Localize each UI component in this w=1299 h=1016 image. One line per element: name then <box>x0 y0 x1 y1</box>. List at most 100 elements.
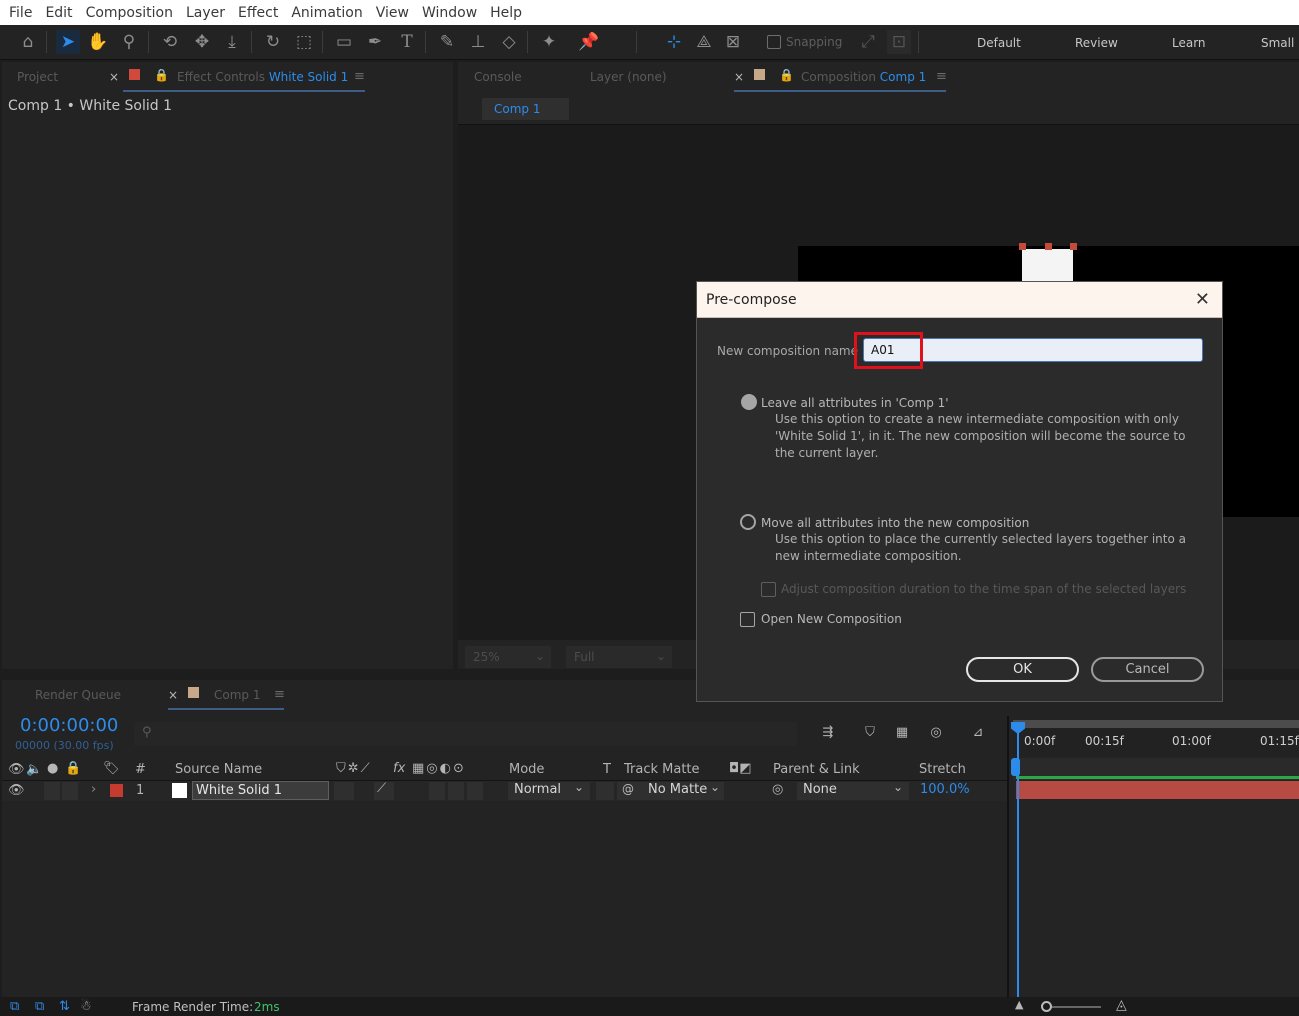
type-tool-icon[interactable]: T <box>395 30 419 54</box>
render-time-icon[interactable]: ☃ <box>80 999 92 1014</box>
layer-search-input[interactable]: ⚲ <box>134 722 797 746</box>
stretch-value[interactable]: 100.0% <box>920 782 970 797</box>
menu-composition[interactable]: Composition <box>86 5 173 21</box>
ok-button[interactable]: OK <box>966 657 1079 682</box>
close-icon[interactable]: × <box>734 70 744 84</box>
time-ruler[interactable] <box>1013 728 1299 756</box>
work-area-bar[interactable] <box>1013 720 1299 728</box>
zoom-in-icon[interactable]: ◬ <box>1116 997 1127 1013</box>
menu-help[interactable]: Help <box>490 5 522 21</box>
in-out-icon[interactable]: ⇅ <box>59 999 70 1014</box>
home-icon[interactable]: ⌂ <box>16 30 40 54</box>
close-icon[interactable]: ✕ <box>1195 289 1210 310</box>
workspace-small[interactable]: Small <box>1261 36 1294 50</box>
option-move-attributes-radio[interactable] <box>740 514 756 530</box>
transform-handle[interactable] <box>1019 243 1026 250</box>
composition-flowchart-icon[interactable]: ⇶ <box>817 725 839 740</box>
world-axis-icon[interactable]: ⟁ <box>692 30 716 54</box>
eraser-tool-icon[interactable]: ◇ <box>497 30 521 54</box>
close-icon[interactable]: × <box>168 688 178 702</box>
menu-view[interactable]: View <box>376 5 409 21</box>
mode-dropdown[interactable]: Normal ⌄ <box>508 780 590 800</box>
eye-icon[interactable]: 👁 <box>8 783 25 798</box>
layer-switches-icon[interactable]: ⧉ <box>10 999 19 1014</box>
zoom-out-icon[interactable]: ▲ <box>1015 998 1023 1011</box>
transform-handle[interactable] <box>1045 243 1052 250</box>
panel-menu-icon[interactable]: ≡ <box>936 69 947 84</box>
motion-blur-icon[interactable]: ◎ <box>925 725 947 740</box>
option-move-attributes-label[interactable]: Move all attributes into the new composi… <box>761 516 1029 530</box>
timeline-graph-area[interactable] <box>1013 801 1299 997</box>
menu-edit[interactable]: Edit <box>45 5 72 21</box>
tab-project[interactable]: Project <box>17 70 58 84</box>
frame-blending-icon[interactable]: ▦ <box>891 725 913 740</box>
lock-icon[interactable]: 🔒 <box>154 68 169 82</box>
selection-tool-icon[interactable]: ➤ <box>56 30 80 54</box>
tab-console[interactable]: Console <box>474 70 522 84</box>
transfer-controls-icon[interactable]: ⧉ <box>35 999 44 1014</box>
parent-dropdown[interactable]: None ⌄ <box>797 780 909 800</box>
dolly-camera-icon[interactable]: ⤓ <box>220 30 244 54</box>
snap-features-icon[interactable]: ⊡ <box>887 30 911 54</box>
solo-switch[interactable] <box>44 782 60 800</box>
brush-tool-icon[interactable]: ✎ <box>435 30 459 54</box>
zoom-dropdown[interactable]: 25% ⌄ <box>465 646 551 668</box>
resolution-dropdown[interactable]: Full ⌄ <box>566 646 672 668</box>
pen-tool-icon[interactable]: ✒ <box>363 30 387 54</box>
menu-layer[interactable]: Layer <box>186 5 225 21</box>
panel-menu-icon[interactable]: ≡ <box>354 69 365 84</box>
orbit-camera-icon[interactable]: ⟲ <box>158 30 182 54</box>
workspace-default[interactable]: Default <box>977 36 1021 50</box>
preserve-transparency-switch[interactable] <box>596 782 614 800</box>
menu-file[interactable]: File <box>9 5 32 21</box>
adjust-duration-checkbox[interactable] <box>761 582 776 597</box>
close-icon[interactable]: × <box>109 70 119 84</box>
chevron-right-icon[interactable]: › <box>91 782 96 797</box>
tab-composition[interactable]: Composition Comp 1 <box>801 70 926 84</box>
layer-duration-bar[interactable] <box>1016 781 1299 799</box>
option-leave-attributes-label[interactable]: Leave all attributes in 'Comp 1' <box>761 396 949 410</box>
open-new-composition-checkbox[interactable] <box>740 612 755 627</box>
zoom-slider-handle[interactable] <box>1041 1001 1052 1012</box>
option-leave-attributes-radio[interactable] <box>741 394 757 410</box>
white-solid-layer-preview[interactable] <box>1022 249 1073 282</box>
tab-render-queue[interactable]: Render Queue <box>35 688 121 702</box>
layer-name[interactable]: White Solid 1 <box>192 781 329 800</box>
roto-brush-icon[interactable]: ✦ <box>537 30 561 54</box>
transform-handle[interactable] <box>1070 243 1077 250</box>
pan-camera-icon[interactable]: ✥ <box>190 30 214 54</box>
workspace-learn[interactable]: Learn <box>1172 36 1206 50</box>
snapping-checkbox[interactable] <box>767 35 781 49</box>
effect-switch[interactable] <box>429 782 445 800</box>
workspace-review[interactable]: Review <box>1075 36 1118 50</box>
puppet-pin-icon[interactable]: 📌 <box>577 30 601 54</box>
tab-comp-timeline[interactable]: Comp 1 <box>214 688 260 702</box>
menu-window[interactable]: Window <box>422 5 477 21</box>
rotate-tool-icon[interactable]: ↻ <box>261 30 285 54</box>
local-axis-icon[interactable]: ⊹ <box>662 30 686 54</box>
graph-editor-icon[interactable]: ⊿ <box>967 725 989 740</box>
timecode[interactable]: 0:00:00:00 <box>20 715 118 736</box>
cancel-button[interactable]: Cancel <box>1091 657 1204 682</box>
viewer-subtab[interactable]: Comp 1 <box>482 98 569 120</box>
motion-blur-switch[interactable] <box>448 782 464 800</box>
tab-effect-controls[interactable]: Effect Controls White Solid 1 <box>177 70 348 84</box>
parent-pickwhip-icon[interactable]: ◎ <box>772 782 783 797</box>
zoom-tool-icon[interactable]: ⚲ <box>117 30 141 54</box>
view-axis-icon[interactable]: ⊠ <box>721 30 745 54</box>
layer-label-color[interactable] <box>110 784 123 797</box>
anchor-point-tool-icon[interactable]: ⬚ <box>292 30 316 54</box>
open-new-composition-label[interactable]: Open New Composition <box>761 612 902 626</box>
panel-menu-icon[interactable]: ≡ <box>274 687 285 702</box>
snap-edges-icon[interactable]: ⤢ <box>856 30 880 54</box>
draft-3d-icon[interactable]: ⛉ <box>859 725 881 740</box>
lock-switch[interactable] <box>62 782 78 800</box>
work-area-start[interactable] <box>1011 758 1020 776</box>
column-source-name[interactable]: Source Name <box>175 762 262 777</box>
lock-icon[interactable]: 🔒 <box>779 68 794 82</box>
shy-switch[interactable] <box>334 782 354 800</box>
menu-effect[interactable]: Effect <box>238 5 278 21</box>
tab-layer[interactable]: Layer (none) <box>590 70 667 84</box>
quality-switch[interactable]: ⟋ <box>374 781 394 800</box>
rectangle-tool-icon[interactable]: ▭ <box>332 30 356 54</box>
